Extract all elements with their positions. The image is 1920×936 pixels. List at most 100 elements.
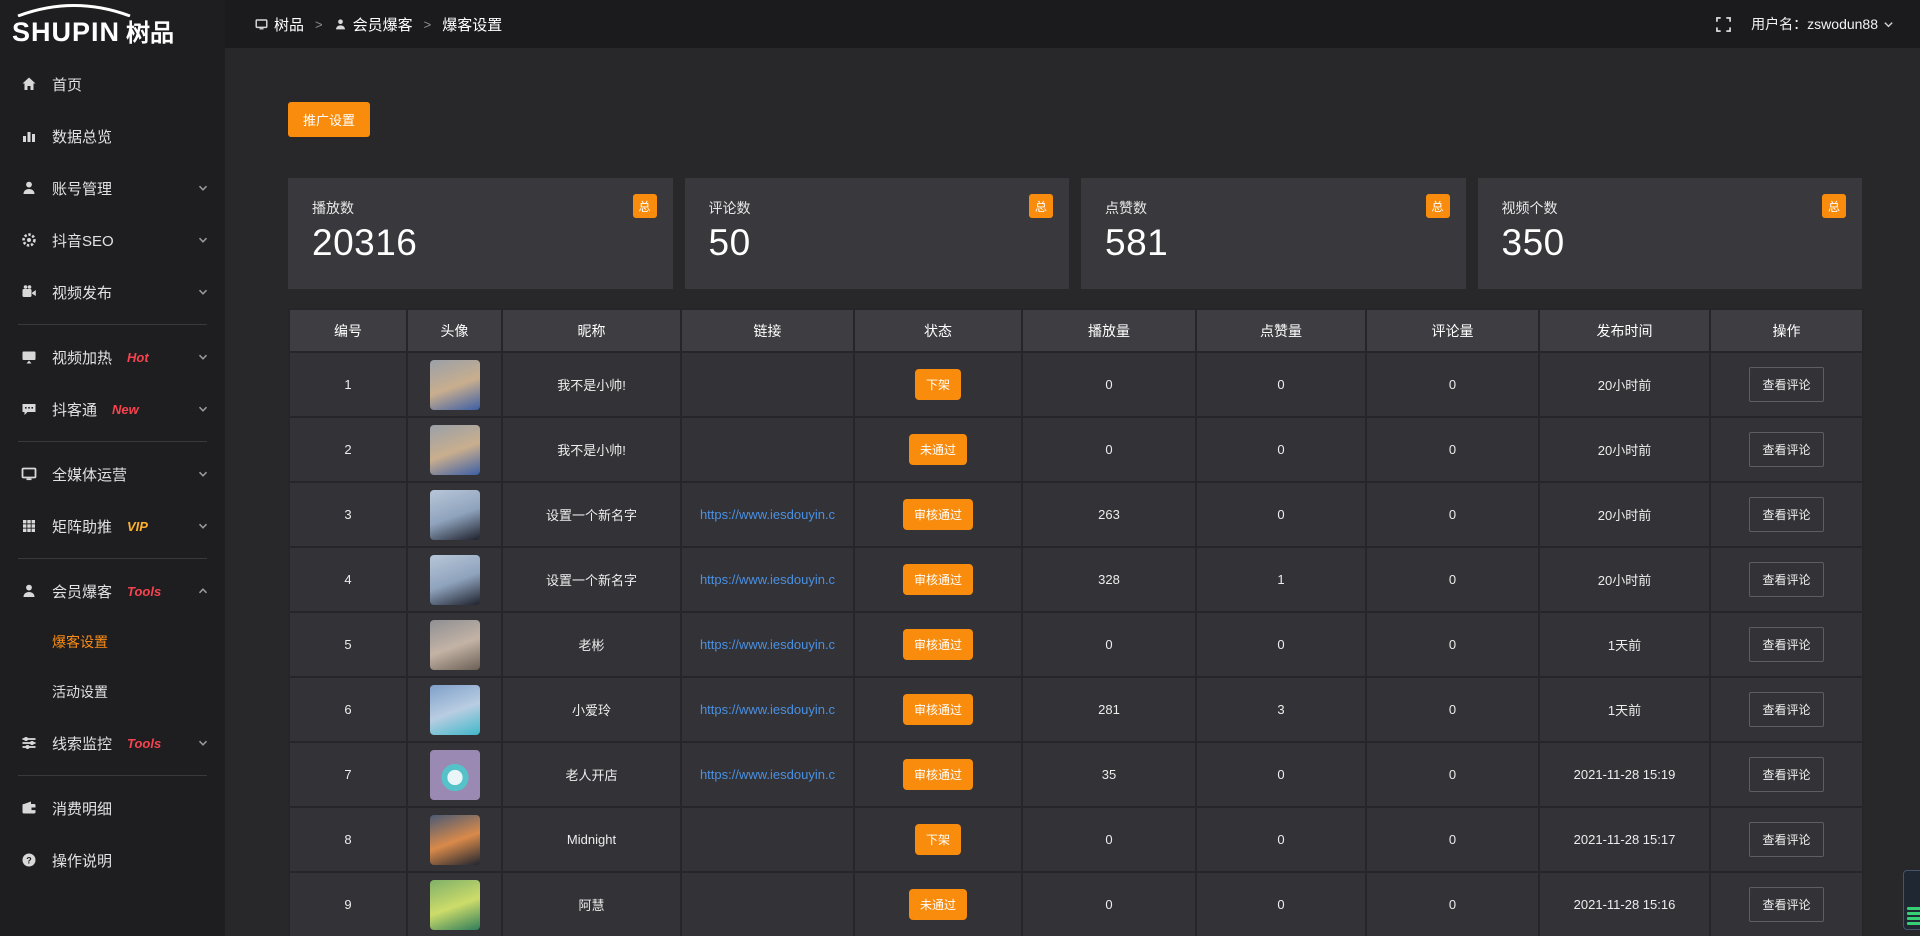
chevron-down-icon bbox=[197, 403, 209, 415]
status-badge[interactable]: 审核通过 bbox=[903, 629, 973, 660]
sidebar-item-tag: Tools bbox=[127, 736, 161, 751]
view-comments-button[interactable]: 查看评论 bbox=[1749, 562, 1823, 597]
view-comments-button[interactable]: 查看评论 bbox=[1749, 887, 1823, 922]
view-comments-button[interactable]: 查看评论 bbox=[1749, 497, 1823, 532]
stat-total-badge: 总 bbox=[1822, 194, 1846, 218]
video-link[interactable]: https://www.iesdouyin.c bbox=[682, 702, 853, 717]
topbar: 树品>会员爆客>爆客设置 用户名：zswodun88 bbox=[225, 0, 1920, 48]
chevron-down-icon bbox=[197, 351, 209, 363]
cell-nickname: 小爱玲 bbox=[503, 678, 682, 743]
video-link[interactable]: https://www.iesdouyin.c bbox=[682, 637, 853, 652]
cell-comments: 0 bbox=[1367, 808, 1540, 873]
cell-link: https://www.iesdouyin.c bbox=[682, 548, 855, 613]
cell-status: 未通过 bbox=[855, 418, 1023, 483]
column-header: 点赞量 bbox=[1197, 310, 1367, 353]
app-root: SHUPIN 树品 首页数据总览账号管理抖音SEO视频发布视频加热Hot抖客通N… bbox=[0, 0, 1920, 936]
view-comments-button[interactable]: 查看评论 bbox=[1749, 757, 1823, 792]
chevron-down-icon bbox=[197, 737, 209, 749]
sidebar-item-label: 数据总览 bbox=[52, 126, 112, 147]
stat-value: 50 bbox=[709, 222, 1070, 264]
cell-status: 下架 bbox=[855, 808, 1023, 873]
home-icon bbox=[20, 76, 37, 93]
app-logo[interactable]: SHUPIN 树品 bbox=[0, 0, 225, 48]
sidebar-item-member-baoke[interactable]: 会员爆客Tools bbox=[0, 565, 225, 617]
cell-link bbox=[682, 418, 855, 483]
cell-nickname: 阿慧 bbox=[503, 873, 682, 936]
logo-text-cn: 树品 bbox=[126, 21, 174, 46]
view-comments-button[interactable]: 查看评论 bbox=[1749, 822, 1823, 857]
cell-time: 1天前 bbox=[1540, 613, 1711, 678]
widget-bar bbox=[1907, 907, 1920, 910]
breadcrumb-item-shupin[interactable]: 树品 bbox=[255, 14, 304, 35]
sidebar-item-data-overview[interactable]: 数据总览 bbox=[0, 110, 225, 162]
cell-link: https://www.iesdouyin.c bbox=[682, 678, 855, 743]
cell-link: https://www.iesdouyin.c bbox=[682, 483, 855, 548]
video-link[interactable]: https://www.iesdouyin.c bbox=[682, 572, 853, 587]
sidebar-item-media-operation[interactable]: 全媒体运营 bbox=[0, 448, 225, 500]
table-row: 8Midnight下架0002021-11-28 15:17查看评论 bbox=[290, 808, 1864, 873]
cell-avatar bbox=[408, 483, 503, 548]
cell-action: 查看评论 bbox=[1711, 483, 1864, 548]
sidebar-item-douketong[interactable]: 抖客通New bbox=[0, 383, 225, 435]
sidebar-item-matrix-boost[interactable]: 矩阵助推VIP bbox=[0, 500, 225, 552]
floating-widget[interactable] bbox=[1903, 870, 1920, 930]
stat-label: 评论数 bbox=[709, 198, 1070, 218]
cell-index: 9 bbox=[290, 873, 408, 936]
sidebar-item-consume-detail[interactable]: 消费明细 bbox=[0, 782, 225, 834]
status-badge[interactable]: 审核通过 bbox=[903, 694, 973, 725]
status-badge[interactable]: 审核通过 bbox=[903, 564, 973, 595]
sidebar-item-video-publish[interactable]: 视频发布 bbox=[0, 266, 225, 318]
status-badge[interactable]: 下架 bbox=[915, 369, 961, 400]
sidebar-subitem-baoke-settings[interactable]: 爆客设置 bbox=[0, 617, 225, 667]
view-comments-button[interactable]: 查看评论 bbox=[1749, 432, 1823, 467]
promo-settings-button[interactable]: 推广设置 bbox=[288, 102, 370, 137]
status-badge[interactable]: 未通过 bbox=[909, 434, 967, 465]
logo-text-en: SHUPIN bbox=[12, 19, 120, 46]
sidebar-item-account-management[interactable]: 账号管理 bbox=[0, 162, 225, 214]
cell-action: 查看评论 bbox=[1711, 353, 1864, 418]
table-row: 4设置一个新名字https://www.iesdouyin.c审核通过32810… bbox=[290, 548, 1864, 613]
cell-nickname: 设置一个新名字 bbox=[503, 483, 682, 548]
avatar bbox=[430, 620, 480, 670]
column-header: 状态 bbox=[855, 310, 1023, 353]
status-badge[interactable]: 未通过 bbox=[909, 889, 967, 920]
view-comments-button[interactable]: 查看评论 bbox=[1749, 367, 1823, 402]
cell-plays: 328 bbox=[1023, 548, 1197, 613]
view-comments-button[interactable]: 查看评论 bbox=[1749, 692, 1823, 727]
sidebar-item-label: 首页 bbox=[52, 74, 82, 95]
view-comments-button[interactable]: 查看评论 bbox=[1749, 627, 1823, 662]
username-dropdown[interactable]: 用户名：zswodun88 bbox=[1751, 14, 1894, 34]
cell-index: 3 bbox=[290, 483, 408, 548]
stat-total-badge: 总 bbox=[633, 194, 657, 218]
breadcrumb-item-member-baoke[interactable]: 会员爆客 bbox=[334, 14, 413, 35]
cell-nickname: Midnight bbox=[503, 808, 682, 873]
table-row: 1我不是小帅!下架00020小时前查看评论 bbox=[290, 353, 1864, 418]
sidebar-item-operation-guide[interactable]: ?操作说明 bbox=[0, 834, 225, 886]
status-badge[interactable]: 审核通过 bbox=[903, 759, 973, 790]
sidebar-subitem-activity-settings[interactable]: 活动设置 bbox=[0, 667, 225, 717]
sidebar-item-video-heating[interactable]: 视频加热Hot bbox=[0, 331, 225, 383]
video-link[interactable]: https://www.iesdouyin.c bbox=[682, 507, 853, 522]
status-badge[interactable]: 下架 bbox=[915, 824, 961, 855]
cell-index: 5 bbox=[290, 613, 408, 678]
avatar bbox=[430, 880, 480, 930]
breadcrumb-separator: > bbox=[315, 17, 323, 32]
sidebar-item-home[interactable]: 首页 bbox=[0, 58, 225, 110]
table-row: 5老彬https://www.iesdouyin.c审核通过0001天前查看评论 bbox=[290, 613, 1864, 678]
widget-bar bbox=[1907, 917, 1920, 920]
sidebar-item-tag: Tools bbox=[127, 584, 161, 599]
breadcrumb-label: 树品 bbox=[274, 14, 304, 35]
status-badge[interactable]: 审核通过 bbox=[903, 499, 973, 530]
cell-comments: 0 bbox=[1367, 548, 1540, 613]
chevron-down-icon bbox=[197, 286, 209, 298]
sidebar-menu: 首页数据总览账号管理抖音SEO视频发布视频加热Hot抖客通New 全媒体运营矩阵助… bbox=[0, 48, 225, 886]
cell-likes: 0 bbox=[1197, 418, 1367, 483]
chevron-down-icon bbox=[197, 182, 209, 194]
cell-nickname: 老彬 bbox=[503, 613, 682, 678]
cell-comments: 0 bbox=[1367, 678, 1540, 743]
fullscreen-icon[interactable] bbox=[1716, 17, 1731, 32]
video-link[interactable]: https://www.iesdouyin.c bbox=[682, 767, 853, 782]
chevron-down-icon bbox=[1883, 19, 1894, 30]
sidebar-item-clue-monitor[interactable]: 线索监控Tools bbox=[0, 717, 225, 769]
sidebar-item-douyin-seo[interactable]: 抖音SEO bbox=[0, 214, 225, 266]
